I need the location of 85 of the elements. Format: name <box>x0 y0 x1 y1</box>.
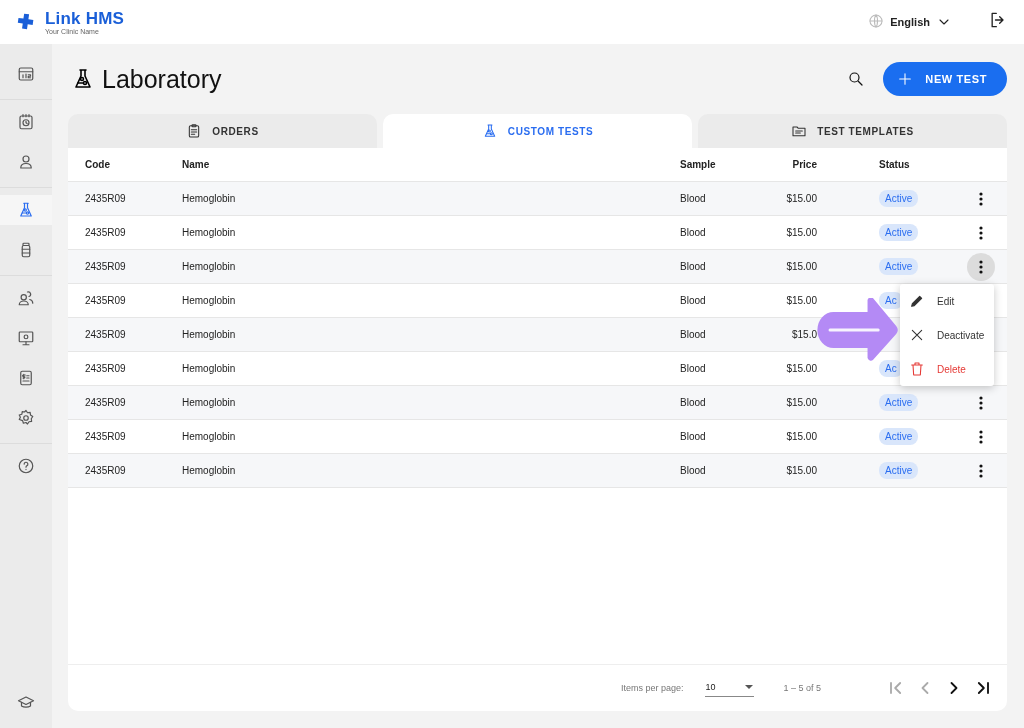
status-badge: Active <box>879 394 919 411</box>
table-cell-text: Blood <box>680 193 707 204</box>
calendar-clock-icon[interactable] <box>17 113 35 131</box>
column-header: Price <box>791 159 817 170</box>
status-badge: Ac <box>879 360 903 377</box>
table-cell-text: 2435R09 <box>85 465 127 476</box>
table-cell-text: 2435R09 <box>85 261 127 272</box>
tab[interactable]: CUSTOM TESTS <box>383 114 692 148</box>
dropdown-caret-icon <box>744 684 755 690</box>
more-vertical-icon <box>979 429 983 444</box>
table-cell-text: Blood <box>680 363 707 374</box>
menu-item[interactable]: Delete <box>900 352 994 386</box>
table-cell-text: 2435R09 <box>85 227 127 238</box>
more-vertical-icon <box>979 463 983 478</box>
folder-icon <box>791 123 808 139</box>
table-cell-text: Hemoglobin <box>182 431 237 442</box>
table-cell-text: 2435R09 <box>85 363 127 374</box>
table-cell-text: Blood <box>680 295 707 306</box>
more-vertical-icon <box>979 259 983 274</box>
tab[interactable]: TEST TEMPLATES <box>698 114 1007 148</box>
column-header: Code <box>85 159 111 170</box>
table-cell-text: Blood <box>680 397 707 408</box>
status-badge: Active <box>879 462 919 479</box>
status-badge: Active <box>879 258 919 275</box>
table-cell-text: $15.00 <box>785 465 817 476</box>
plus-icon <box>897 71 914 87</box>
menu-item[interactable]: Deactivate <box>900 318 994 352</box>
table-cell-text: Blood <box>680 431 707 442</box>
brand-name: Link HMS <box>45 9 125 27</box>
table-cell-text: Hemoglobin <box>182 397 237 408</box>
page-size-select[interactable]: 10 <box>705 679 755 697</box>
new-test-button[interactable]: NEW TEST <box>883 62 1007 96</box>
person-icon[interactable] <box>17 153 35 171</box>
table-cell-text: $15.00 <box>785 295 817 306</box>
table-cell-text: Blood <box>680 465 707 476</box>
status-badge: Active <box>879 428 919 445</box>
dashboard-icon[interactable] <box>17 65 35 83</box>
more-button[interactable] <box>967 252 995 281</box>
language-selector[interactable]: English <box>868 13 952 31</box>
flask-icon[interactable] <box>17 201 35 219</box>
table-cell-text: 2435R09 <box>85 295 127 306</box>
table-cell-text: $15.00 <box>785 193 817 204</box>
table-cell-text: $15.00 <box>785 227 817 238</box>
table-cell-text: $15.00 <box>785 363 817 374</box>
table-cell-text: $15.00 <box>785 397 817 408</box>
close-icon <box>909 327 925 343</box>
table-cell-text: 2435R09 <box>85 193 127 204</box>
table-cell-text: Blood <box>680 227 707 238</box>
table-cell-text: Blood <box>680 329 707 340</box>
table-cell-text: 2435R09 <box>85 397 127 408</box>
table-cell-text: 2435R09 <box>85 431 127 442</box>
status-badge: Active <box>879 224 919 241</box>
more-vertical-icon <box>979 225 983 240</box>
people-icon[interactable] <box>17 289 35 307</box>
page-title: Laboratory <box>102 64 222 94</box>
monitor-icon[interactable] <box>17 329 35 347</box>
table-cell-text: $15.00 <box>785 431 817 442</box>
logo-icon <box>17 13 35 31</box>
table-cell-text: Hemoglobin <box>182 363 237 374</box>
table-cell-text: Hemoglobin <box>182 261 237 272</box>
globe-icon <box>868 13 885 29</box>
pencil-icon <box>909 293 925 309</box>
table-cell-text: 2435R09 <box>85 329 127 340</box>
more-vertical-icon <box>979 395 983 410</box>
more-vertical-icon <box>979 191 983 206</box>
page-range: 1 – 5 of 5 <box>783 683 821 693</box>
trash-icon <box>909 361 925 377</box>
items-per-page-label: Items per page: <box>620 683 684 693</box>
table-cell-text: $15.00 <box>785 261 817 272</box>
table-cell-text: Blood <box>680 261 707 272</box>
status-badge: Active <box>879 190 919 207</box>
column-header: Sample <box>680 159 717 170</box>
table-cell-text: Hemoglobin <box>182 193 237 204</box>
table-cell-text: Hemoglobin <box>182 295 237 306</box>
column-header: Status <box>879 159 911 170</box>
tab[interactable]: ORDERS <box>68 114 377 148</box>
table-cell-text: Hemoglobin <box>182 465 237 476</box>
table-cell-text: Hemoglobin <box>182 329 237 340</box>
table-cell-text: Hemoglobin <box>182 227 237 238</box>
settings-icon[interactable] <box>17 409 35 427</box>
invoice-icon[interactable] <box>17 369 35 387</box>
menu-item[interactable]: Edit <box>900 284 994 318</box>
help-icon[interactable] <box>17 457 35 475</box>
table-cell-text: $15.0 <box>790 329 817 340</box>
column-header: Name <box>182 159 211 170</box>
